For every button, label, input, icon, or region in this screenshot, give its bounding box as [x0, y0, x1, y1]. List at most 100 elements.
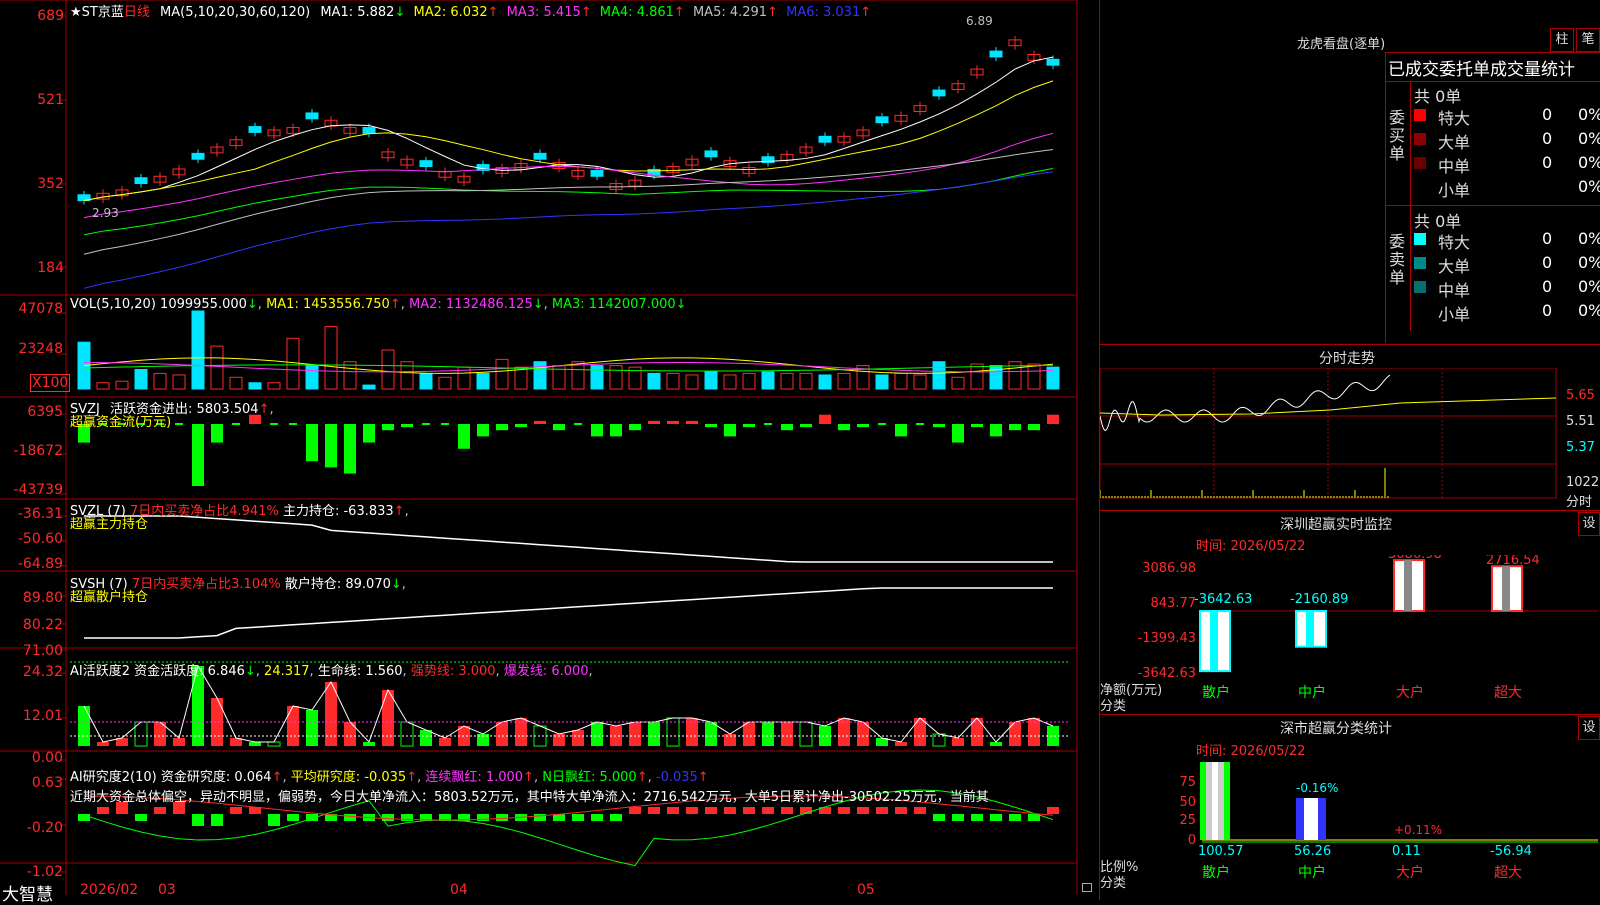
- ai2-value5: -0.035: [655, 770, 698, 785]
- classify-time: 时间: 2026/05/22: [1196, 744, 1306, 759]
- y-tick-label: 50: [1179, 795, 1196, 810]
- candle: [818, 135, 832, 143]
- y-tick: 521: [37, 92, 64, 108]
- volume-bar: [343, 361, 357, 390]
- classify-settings-button[interactable]: 设: [1578, 716, 1600, 740]
- volume-bar: [286, 337, 300, 390]
- bar-value-label: 3086.98: [1388, 555, 1442, 562]
- ai1-arrow: ↓: [244, 664, 256, 679]
- ma4-arrow: ↑: [673, 5, 685, 20]
- category-bar: [1318, 798, 1326, 840]
- volume-bar: [571, 361, 585, 390]
- lhb-row-percent: 0%: [1578, 177, 1600, 196]
- volume-bar: [514, 366, 528, 390]
- monitor-settings-button[interactable]: 设: [1578, 512, 1600, 536]
- research-bar: [211, 814, 223, 826]
- y-tick-label: 3086.98: [1142, 561, 1196, 576]
- period-label[interactable]: 日线: [124, 5, 150, 20]
- volume-bar: [438, 376, 452, 390]
- flow-dash: [289, 423, 297, 425]
- lhb-row: 中单 0 0%: [1414, 277, 1600, 300]
- vol-title: VOL(5,10,20): [70, 297, 156, 312]
- svzj-subtitle: 超赢资金流(万元): [70, 415, 172, 430]
- research-bar: [971, 814, 983, 821]
- research-bar: [990, 814, 1002, 821]
- lhb-row: 中单 0 0%: [1414, 153, 1600, 176]
- bar-value-label: -3642.63: [1194, 592, 1252, 607]
- svzj-arrow: ↑: [258, 402, 270, 417]
- vol-header: VOL(5,10,20) 1099955.000↓, MA1: 1453556.…: [70, 297, 687, 312]
- flow-bar: [933, 424, 945, 428]
- research-bar: [857, 807, 869, 814]
- classify-x-label: 分类: [1100, 876, 1127, 891]
- ma-line: [83, 56, 1054, 202]
- volume-bar: [1027, 363, 1041, 390]
- research-bar: [477, 814, 489, 821]
- research-bar: [1009, 814, 1021, 821]
- vol-ma2-arrow: ↓: [532, 297, 544, 312]
- volume-bar: [609, 365, 623, 390]
- category-bar-highlight: [1502, 566, 1510, 611]
- vol-ma3: MA3: 1142007.000: [551, 297, 676, 312]
- flow-bar: [648, 420, 660, 424]
- ma2-value: MA2: 6.032: [413, 5, 488, 20]
- chart-area[interactable]: [0, 0, 1078, 900]
- ma-line: [83, 167, 1054, 236]
- ma6-arrow: ↑: [860, 5, 872, 20]
- lhb-row-value: 0: [1542, 229, 1553, 248]
- lhb-row: 特大 0 0%: [1414, 229, 1600, 252]
- lhb-row-value: 0: [1542, 105, 1553, 124]
- flow-bar: [363, 424, 375, 443]
- y-tick: -0.20: [26, 820, 63, 836]
- ai1-strongline: 强势线: 3.000: [410, 664, 496, 679]
- y-tick-label: 25: [1179, 813, 1196, 828]
- holding-line: [84, 515, 1053, 563]
- vol-ma1-arrow: ↑: [389, 297, 401, 312]
- volume-bar: [590, 365, 604, 390]
- volume-bar: [723, 374, 737, 390]
- flow-dash: [441, 423, 449, 425]
- category-bar: [1212, 762, 1218, 840]
- intraday-chart[interactable]: [1100, 368, 1600, 510]
- date-label: 03: [158, 882, 176, 898]
- volume-bar: [324, 326, 338, 390]
- y-tick: -64.89: [17, 556, 63, 572]
- research-bar: [914, 807, 926, 814]
- ma6-value: MA6: 3.031: [786, 5, 861, 20]
- lhb-row-percent: 0%: [1578, 253, 1600, 272]
- volume-ma-line: [83, 361, 1054, 373]
- y-tick: 689: [37, 8, 64, 24]
- lhb-row-value: 0: [1542, 153, 1553, 172]
- svzl-value: 主力持仓: -63.833: [282, 504, 394, 519]
- lhb-row-name: 小单: [1438, 181, 1471, 200]
- flow-dash: [764, 423, 772, 425]
- volume-bar: [153, 372, 167, 390]
- intraday-title: 分时走势: [1319, 351, 1375, 367]
- activity-bar: [78, 706, 90, 746]
- ma-line: [83, 149, 1054, 255]
- ma1-arrow: ↓: [394, 5, 406, 20]
- ma4-value: MA4: 4.861: [599, 5, 674, 20]
- bar-mode-button[interactable]: 柱: [1550, 28, 1574, 52]
- flow-bar: [515, 424, 527, 428]
- y-tick: 0.00: [31, 750, 63, 766]
- y-tick: -1.02: [26, 864, 63, 880]
- lhb-row-name: 特大: [1438, 233, 1471, 252]
- ai2-commentary: 近期大资金总体偏空，异动不明显，偏弱势，今日大单净流入：5803.52万元，其中…: [70, 790, 989, 805]
- category-bar: [1200, 762, 1206, 840]
- ai1-lifeline: 生命线: 1.560: [317, 664, 403, 679]
- y-tick: -36.31: [17, 506, 63, 522]
- ma-line: [83, 80, 1054, 202]
- flow-bar: [952, 424, 964, 443]
- ai2-arrow1: ↑: [271, 770, 283, 785]
- lhb-row: 大单 0 0%: [1414, 129, 1600, 152]
- tick-mode-button[interactable]: 笔: [1576, 28, 1600, 52]
- research-bar: [230, 807, 242, 814]
- flow-bar: [477, 424, 489, 437]
- volume-bar: [533, 361, 547, 390]
- date-label: 04: [450, 882, 468, 898]
- activity-bar: [344, 722, 356, 746]
- candle: [533, 152, 547, 160]
- activity-bar: [382, 690, 394, 746]
- candle: [419, 160, 433, 168]
